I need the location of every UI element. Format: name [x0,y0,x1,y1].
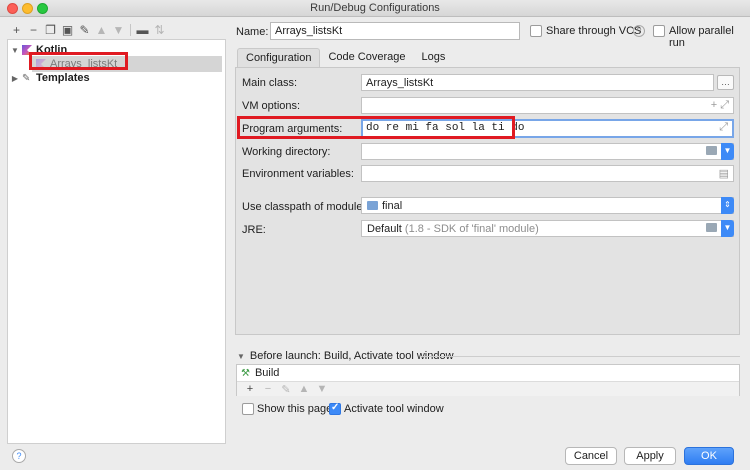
chevron-right-icon[interactable]: ▶ [10,74,20,83]
list-item[interactable]: ⚒ Build [241,367,279,379]
name-field[interactable]: Arrays_listsKt [270,22,520,40]
cancel-button[interactable]: Cancel [565,447,617,465]
title-bar: Run/Debug Configurations [0,0,750,17]
chevron-down-icon[interactable]: ▼ [10,46,20,55]
show-page-checkbox[interactable] [242,403,254,415]
vm-options-label: VM options: [242,100,301,112]
save-icon[interactable]: ▣ [59,22,76,38]
config-tabs: Configuration Code Coverage Logs [237,48,453,67]
browse-main-class-button[interactable]: … [717,75,734,90]
folder-icon[interactable] [706,146,717,155]
down-arrow-icon[interactable]: ▼ [313,383,331,395]
hammer-icon: ⚒ [241,367,250,379]
config-toolbar: + − ❐ ▣ ✎ ▲ ▼ ▬ ⇅ [8,22,168,38]
chevron-updown-icon[interactable]: ⇕ [721,197,734,214]
ok-button[interactable]: OK [684,447,734,465]
share-vcs-label: Share through VCS [546,25,642,37]
sort-icon[interactable]: ⇅ [151,22,168,38]
tab-code-coverage[interactable]: Code Coverage [320,48,413,67]
selection-highlight-annotation [29,52,128,70]
working-directory-label: Working directory: [242,146,331,158]
plus-icon[interactable]: + [8,22,25,38]
allow-parallel-label: Allow parallel run [669,25,734,49]
copy-icon[interactable]: ❐ [42,22,59,38]
window-title: Run/Debug Configurations [310,2,440,14]
minus-icon[interactable]: − [25,22,42,38]
build-label: Build [254,367,280,379]
before-launch-list: ⚒ Build + − ✎ ▲ ▼ [236,364,740,396]
run-debug-window: Run/Debug Configurations + − ❐ ▣ ✎ ▲ ▼ ▬… [0,0,750,470]
classpath-label: Use classpath of module: [242,201,366,213]
expand-icon[interactable]: ⤢ [719,122,728,134]
activate-tool-window-checkbox[interactable] [329,402,341,415]
help-icon[interactable]: ? [633,25,645,37]
folder-icon[interactable]: ▬ [134,22,151,38]
tab-logs[interactable]: Logs [414,48,454,67]
toolbar-divider [130,24,131,36]
down-arrow-icon[interactable]: ▼ [110,22,127,38]
chevron-down-icon[interactable]: ▼ [721,143,734,160]
allow-parallel-checkbox[interactable] [653,25,665,37]
chevron-down-icon[interactable]: ▼ [721,220,734,237]
wrench-icon: ✎ [22,72,31,84]
tree-item-label: Templates [36,72,90,84]
activate-tool-window-label: Activate tool window [344,403,444,415]
classpath-value: final [382,200,403,212]
main-class-label: Main class: [242,77,298,89]
jre-dropdown[interactable]: Default (1.8 - SDK of 'final' module) ▼ [361,220,734,237]
tab-configuration[interactable]: Configuration [237,48,321,67]
plus-icon[interactable]: + [241,383,259,395]
expand-icon[interactable]: + ⤢ [711,99,729,112]
working-directory-field[interactable]: ▼ [361,143,734,160]
up-arrow-icon[interactable]: ▲ [93,22,110,38]
tree-item-templates[interactable]: ▶ ✎ Templates [10,70,90,86]
vm-options-field[interactable]: + ⤢ [361,97,734,114]
classpath-dropdown[interactable]: final ⇕ [361,197,734,214]
jre-detail: (1.8 - SDK of 'final' module) [404,223,539,235]
apply-button[interactable]: Apply [624,447,676,465]
show-page-label: Show this page [257,403,333,415]
config-tree: ▼ Kotlin Arrays_listsKt ▶ ✎ Templates [7,39,226,444]
minus-icon[interactable]: − [259,383,277,395]
divider [420,356,740,357]
main-class-field[interactable]: Arrays_listsKt [361,74,714,91]
help-button[interactable]: ? [12,449,26,463]
before-launch-toolbar: + − ✎ ▲ ▼ [237,381,739,396]
edit-list-icon[interactable]: ▤ [719,167,729,180]
edit-icon[interactable]: ✎ [277,383,295,396]
share-vcs-checkbox[interactable] [530,25,542,37]
folder-icon[interactable] [706,223,717,232]
environment-variables-field[interactable]: ▤ [361,165,734,182]
program-arguments-highlight-annotation [237,116,515,139]
module-icon [367,201,378,210]
jre-label: JRE: [242,224,266,236]
name-label: Name: [236,26,269,38]
environment-variables-label: Environment variables: [242,168,354,180]
wrench-icon[interactable]: ✎ [76,22,93,38]
up-arrow-icon[interactable]: ▲ [295,383,313,395]
chevron-down-icon[interactable]: ▼ [237,352,245,361]
jre-value: Default [367,223,402,235]
